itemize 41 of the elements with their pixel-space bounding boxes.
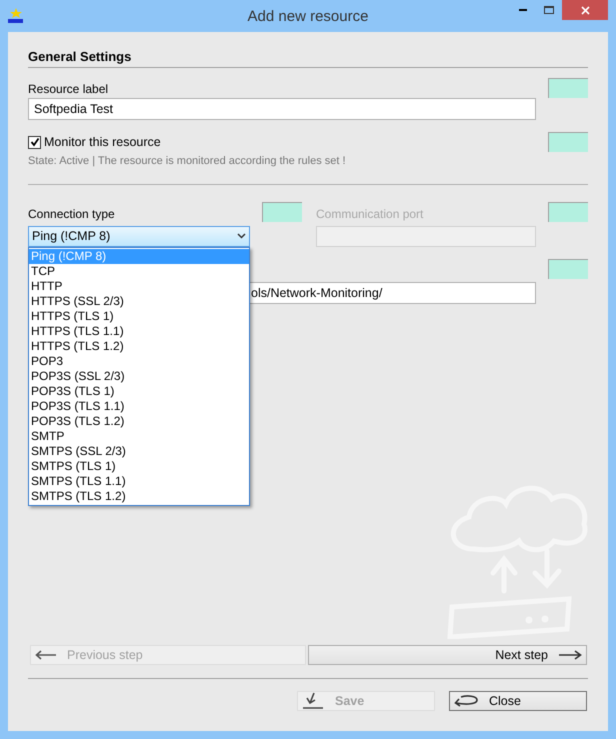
return-arrow-icon [453,694,479,708]
dropdown-option[interactable]: SMTPS (TLS 1) [29,458,249,474]
chevron-down-icon [237,233,246,239]
dropdown-option[interactable]: POP3S (TLS 1) [29,384,249,398]
field-label: Resource label [28,81,108,98]
app-logo-icon [7,8,25,24]
dropdown-option[interactable]: HTTPS (TLS 1) [29,308,249,324]
status-indicator [548,258,588,278]
close-button[interactable]: Close [449,691,587,711]
checkbox-label: Monitor this resource [44,134,161,151]
dropdown-option[interactable]: POP3 [29,354,249,368]
close-icon [580,6,590,14]
input-field[interactable]: Softpedia Test [28,98,536,120]
check-icon [30,137,40,148]
dropdown-option[interactable]: HTTPS (TLS 1.2) [29,338,249,354]
dropdown-option[interactable]: SMTPS (TLS 1.2) [29,488,249,504]
field-label: Communication port [316,206,424,222]
status-indicator [262,202,302,222]
checkbox[interactable] [28,136,41,149]
left-arrow-icon [35,650,57,660]
dropdown-option[interactable]: POP3S (TLS 1.2) [29,414,249,428]
dropdown-option[interactable]: SMTPS (TLS 1.1) [29,474,249,488]
close-window-button[interactable] [562,0,608,20]
dropdown-option[interactable]: SMTPS (SSL 2/3) [29,444,249,458]
field-label: Connection type [28,206,116,222]
status-indicator [548,202,588,222]
status-indicator [548,132,588,152]
dropdown-option[interactable]: TCP [29,264,249,278]
next-step-button[interactable]: Next step [308,645,587,665]
section-title: General Settings [28,48,132,65]
right-arrow-icon [558,650,582,660]
window-title: Add new resource [246,7,370,27]
dropdown-option[interactable]: POP3S (TLS 1.1) [29,398,249,414]
download-icon [301,692,325,710]
state-text: State: Active | The resource is monitored according the rules set ! [28,154,347,169]
dropdown-option[interactable]: POP3S (SSL 2/3) [29,368,249,384]
connection-type-dropdown[interactable]: Ping (!CMP 8) [28,226,250,246]
dropdown-option[interactable]: HTTP [29,278,249,294]
dropdown-option[interactable]: HTTPS (TLS 1.1) [29,324,249,338]
dropdown-option[interactable]: SMTP [29,428,249,444]
status-indicator [548,78,588,98]
